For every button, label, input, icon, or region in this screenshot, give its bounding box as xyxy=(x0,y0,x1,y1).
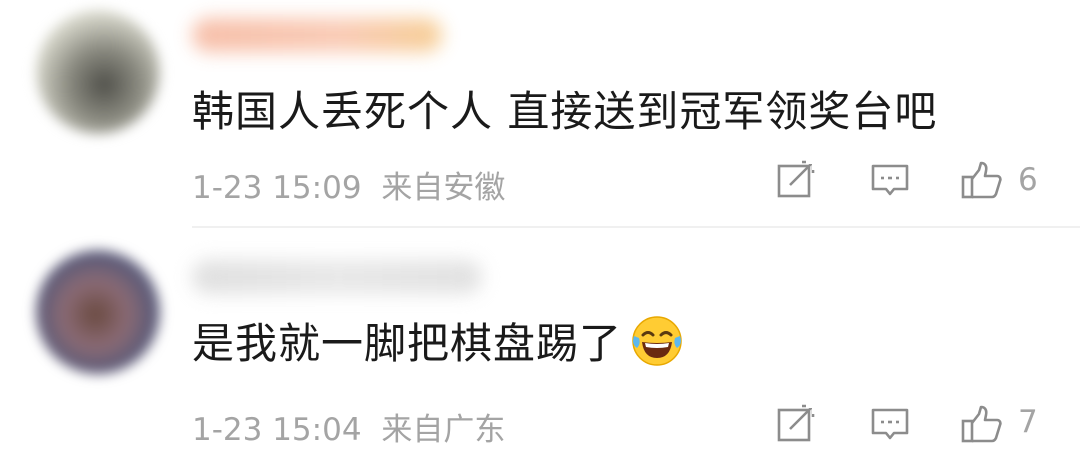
avatar[interactable] xyxy=(36,10,160,134)
comment-meta: 1-23 15:09 来自安徽 xyxy=(192,162,505,207)
comment-text-content: 是我就一脚把棋盘踢了 xyxy=(192,319,623,368)
like-count: 7 xyxy=(1018,404,1038,440)
comment-location: 来自广东 xyxy=(381,412,506,448)
share-icon[interactable] xyxy=(776,160,816,200)
comment-time: 1-23 15:09 xyxy=(192,170,362,206)
comment-icon[interactable] xyxy=(870,160,910,200)
comment-text-content: 韩国人丢死个人 直接送到冠军领奖台吧 xyxy=(192,87,938,136)
comment-icon[interactable] xyxy=(870,404,910,444)
comment-text: 是我就一脚把棋盘踢了 xyxy=(192,310,684,371)
comment-item: 是我就一脚把棋盘踢了 1-23 15:04 来自广东 7 xyxy=(0,228,1080,457)
comment-meta: 1-23 15:04 来自广东 xyxy=(192,404,505,449)
avatar[interactable] xyxy=(36,250,160,374)
like-count: 6 xyxy=(1018,162,1038,198)
share-icon[interactable] xyxy=(776,404,816,444)
thumbs-up-icon[interactable] xyxy=(960,160,1002,200)
comment-time: 1-23 15:04 xyxy=(192,412,362,448)
comment-text: 韩国人丢死个人 直接送到冠军领奖台吧 xyxy=(192,78,937,139)
thumbs-up-icon[interactable] xyxy=(960,404,1002,444)
username-blurred[interactable] xyxy=(192,18,442,52)
laughing-tears-emoji xyxy=(630,314,684,368)
username-blurred[interactable] xyxy=(192,260,482,294)
comment-location: 来自安徽 xyxy=(381,170,506,206)
comment-item: 韩国人丢死个人 直接送到冠军领奖台吧 1-23 15:09 来自安徽 6 xyxy=(0,0,1080,226)
